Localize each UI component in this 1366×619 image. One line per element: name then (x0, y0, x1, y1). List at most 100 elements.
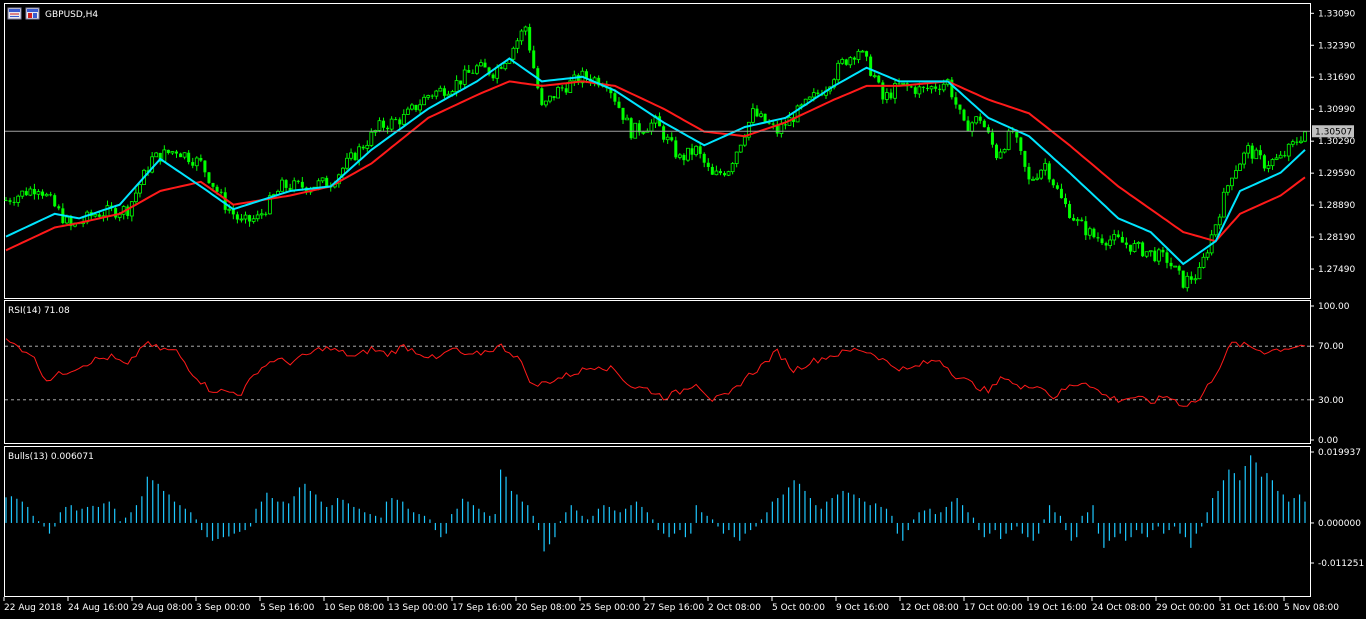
candle-body (166, 149, 170, 153)
candle-body (215, 186, 219, 192)
candle-body (742, 136, 747, 146)
candle-body (860, 50, 865, 53)
candle-body (12, 201, 16, 203)
candle-body (909, 86, 913, 88)
candle-body (24, 191, 28, 196)
chart-window[interactable]: GBPUSD,H4 1.33090 1.32390 1.31690 1.30990 1.… (0, 0, 1366, 619)
candle-body (382, 120, 386, 128)
candle-body (280, 179, 284, 192)
candle-body (974, 116, 979, 124)
candle-body (1189, 276, 1193, 280)
candle-body (20, 190, 25, 197)
rsi-tick-label: 0.00 (1318, 436, 1338, 446)
time-tick-label: 25 Sep 00:00 (580, 603, 640, 613)
candle-body (219, 191, 223, 193)
candle-body (405, 108, 410, 115)
candle-body (1096, 237, 1100, 239)
time-tick-label: 9 Oct 16:00 (836, 603, 889, 613)
candle-body (41, 191, 45, 196)
current-price-tag: 1.30507 (1315, 127, 1352, 137)
candle-body (523, 26, 528, 32)
time-tick-label: 5 Oct 00:00 (772, 603, 825, 613)
candle-body (114, 208, 118, 218)
candle-body (499, 67, 503, 69)
candle-body (182, 152, 187, 158)
candle-body (1112, 234, 1117, 241)
candle-body (284, 180, 288, 188)
candle-body (665, 136, 670, 141)
candle-body (1250, 145, 1254, 159)
candle-body (982, 120, 986, 128)
candle-body (426, 95, 431, 98)
candle-body (556, 87, 560, 99)
candle-body (353, 152, 357, 161)
candle-body (1023, 151, 1027, 167)
candle-body (836, 62, 841, 81)
rsi-title: RSI(14) 71.08 (8, 306, 70, 316)
candle-body (670, 137, 674, 141)
candle-body (199, 158, 203, 161)
candle-body (386, 127, 390, 130)
candle-body (93, 214, 98, 217)
candle-body (519, 30, 524, 42)
candle-body (483, 62, 487, 68)
time-tick-label: 29 Oct 00:00 (1156, 603, 1215, 613)
candle-body (921, 86, 925, 88)
candle-body (57, 206, 61, 209)
candle-body (641, 131, 646, 134)
candle-body (698, 146, 702, 154)
candle-body (1104, 243, 1108, 246)
candle-body (1177, 266, 1181, 271)
candle-body (1047, 163, 1051, 180)
candle-body (1144, 251, 1149, 257)
candle-body (779, 123, 784, 134)
candle-body (174, 151, 178, 154)
price-tick-label: 1.32390 (1318, 41, 1355, 51)
price-tick-label: 1.30990 (1318, 105, 1355, 115)
candle-body (345, 157, 349, 169)
candle-body (170, 151, 175, 154)
candle-body (621, 107, 625, 120)
candle-body (16, 195, 21, 203)
price-tick-label: 1.31690 (1318, 73, 1355, 83)
rsi-tick-label: 100.00 (1318, 302, 1350, 312)
candle-body (1132, 243, 1137, 252)
chart-symbol-icon[interactable] (25, 7, 40, 20)
candle-body (877, 75, 881, 83)
candle-body (446, 93, 451, 97)
candle-body (235, 214, 239, 220)
candle-body (1286, 143, 1291, 157)
candle-body (710, 166, 714, 175)
time-tick-label: 10 Sep 08:00 (324, 603, 384, 613)
candle-body (1217, 216, 1222, 226)
candle-body (239, 218, 244, 221)
bulls-tick-label: 0.019937 (1318, 448, 1361, 458)
candle-body (138, 184, 142, 194)
candle-body (1055, 185, 1059, 189)
rsi-tick-label: 30.00 (1318, 396, 1344, 406)
candle-body (1205, 252, 1210, 258)
candle-body (491, 74, 495, 79)
candle-body (994, 144, 998, 159)
candle-body (771, 123, 775, 125)
candle-body (917, 86, 922, 95)
candle-body (1092, 228, 1096, 238)
candle-body (398, 119, 402, 125)
candle-body (1019, 137, 1023, 152)
candle-body (1136, 242, 1141, 244)
candle-body (1299, 140, 1303, 143)
candle-body (1169, 262, 1173, 267)
candle-body (105, 205, 110, 217)
chart-window-icon[interactable] (7, 7, 22, 20)
candle-body (467, 70, 471, 73)
candle-body (36, 191, 41, 195)
price-tick-label: 1.33090 (1318, 9, 1355, 19)
candle-body (767, 122, 771, 124)
candle-body (154, 152, 159, 158)
candle-body (1266, 165, 1271, 169)
candle-body (365, 144, 370, 149)
candle-body (300, 181, 304, 188)
candle-body (1238, 163, 1242, 171)
candle-body (1225, 185, 1230, 193)
candle-body (1087, 228, 1092, 236)
